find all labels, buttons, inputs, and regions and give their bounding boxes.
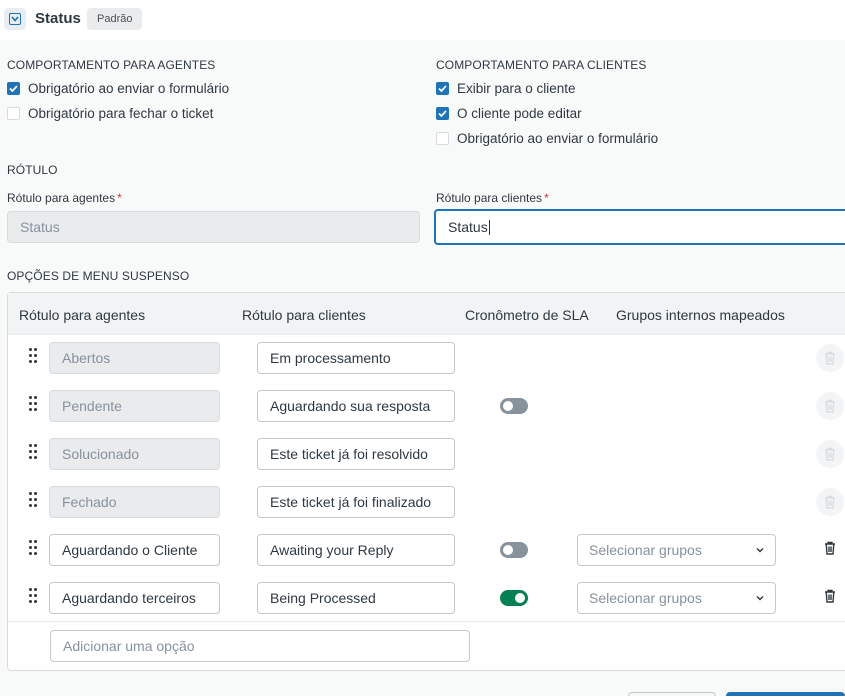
groups-select-placeholder: Selecionar grupos (589, 590, 702, 606)
agent-label-caption: Rótulo para agentes * (7, 191, 122, 205)
client-label-input[interactable]: Status (434, 209, 845, 245)
groups-select[interactable]: Selecionar grupos (577, 582, 776, 614)
checkbox-unchecked-icon[interactable] (7, 107, 20, 120)
option-client-input[interactable]: Being Processed (257, 582, 455, 614)
checkbox-checked-icon[interactable] (436, 82, 449, 95)
groups-select[interactable]: Selecionar grupos (577, 534, 776, 566)
option-agent-input[interactable]: Abertos (49, 342, 220, 374)
agents-behavior-title: COMPORTAMENTO PARA AGENTES (7, 58, 216, 72)
option-client-input[interactable]: Este ticket já foi resolvido (257, 438, 455, 470)
trash-icon (816, 392, 844, 420)
chevron-down-icon (756, 547, 764, 553)
checkbox-checked-icon[interactable] (436, 107, 449, 120)
agent-label-input[interactable]: Status (7, 211, 420, 243)
option-agent-input[interactable]: Pendente (49, 390, 220, 422)
checkbox-label: Obrigatório para fechar o ticket (28, 106, 214, 121)
footer-button-partial[interactable] (628, 692, 716, 696)
default-badge: Padrão (87, 8, 143, 30)
drag-handle-icon[interactable] (29, 492, 39, 510)
add-option-placeholder: Adicionar uma opção (63, 638, 195, 654)
checkbox-label: Obrigatório ao enviar o formulário (457, 131, 659, 146)
drag-handle-icon[interactable] (29, 444, 39, 462)
footer-primary-button-partial[interactable] (726, 692, 845, 696)
label-section-title: RÓTULO (7, 163, 58, 177)
col-mapped-groups: Grupos internos mapeados (616, 307, 785, 323)
sla-toggle[interactable] (500, 590, 528, 606)
col-agent-label: Rótulo para agentes (19, 307, 146, 323)
groups-select-placeholder: Selecionar grupos (589, 542, 702, 558)
agent-required-submit-checkbox[interactable]: Obrigatório ao enviar o formulário (7, 81, 229, 96)
table-row: Solucionado Este ticket já foi resolvido (8, 430, 845, 478)
option-client-input[interactable]: Este ticket já foi finalizado (257, 486, 455, 518)
dropdown-options-table: Rótulo para agentes Rótulo para clientes… (7, 292, 845, 671)
client-editable-checkbox[interactable]: O cliente pode editar (436, 106, 582, 121)
option-agent-input[interactable]: Fechado (49, 486, 220, 518)
client-visible-checkbox[interactable]: Exibir para o cliente (436, 81, 576, 96)
drag-handle-icon[interactable] (29, 540, 39, 558)
checkbox-unchecked-icon[interactable] (436, 132, 449, 145)
checkbox-label: Obrigatório ao enviar o formulário (28, 81, 230, 96)
drag-handle-icon[interactable] (29, 348, 39, 366)
option-client-input[interactable]: Awaiting your Reply (257, 534, 455, 566)
drag-handle-icon[interactable] (29, 588, 39, 606)
field-header: Status Padrão (0, 0, 845, 40)
required-asterisk: * (117, 191, 122, 205)
sla-toggle[interactable] (500, 398, 528, 414)
col-sla-timer: Cronômetro de SLA (465, 307, 589, 323)
trash-icon (816, 440, 844, 468)
client-label-text: Rótulo para clientes (436, 191, 543, 205)
text-cursor (488, 219, 490, 235)
option-agent-input[interactable]: Solucionado (49, 438, 220, 470)
option-agent-input[interactable]: Aguardando terceiros (49, 582, 220, 614)
checkbox-label: O cliente pode editar (457, 106, 582, 121)
table-row: Pendente Aguardando sua resposta (8, 382, 845, 430)
option-client-input[interactable]: Em processamento (257, 342, 455, 374)
field-title: Status (35, 10, 81, 27)
chevron-down-icon (756, 595, 764, 601)
checkbox-checked-icon[interactable] (7, 82, 20, 95)
client-label-caption: Rótulo para clientes * (436, 191, 549, 205)
table-header: Rótulo para agentes Rótulo para clientes… (8, 293, 845, 335)
sla-toggle[interactable] (500, 542, 528, 558)
trash-icon[interactable] (816, 582, 844, 610)
drag-handle-icon[interactable] (29, 396, 39, 414)
dropdown-options-title: OPÇÕES DE MENU SUSPENSO (7, 269, 190, 283)
trash-icon (816, 488, 844, 516)
col-client-label: Rótulo para clientes (242, 307, 366, 323)
required-asterisk: * (544, 191, 549, 205)
client-required-submit-checkbox[interactable]: Obrigatório ao enviar o formulário (436, 131, 658, 146)
table-row: Abertos Em processamento (8, 334, 845, 382)
add-option-input[interactable]: Adicionar uma opção (50, 630, 470, 662)
dropdown-field-icon (4, 8, 26, 30)
table-row: Aguardando o Cliente Awaiting your Reply… (8, 526, 845, 574)
option-client-input[interactable]: Aguardando sua resposta (257, 390, 455, 422)
trash-icon[interactable] (816, 534, 844, 562)
table-row: Fechado Este ticket já foi finalizado (8, 478, 845, 526)
agent-required-close-checkbox[interactable]: Obrigatório para fechar o ticket (7, 106, 213, 121)
table-row: Aguardando terceiros Being Processed Sel… (8, 574, 845, 622)
client-label-value: Status (448, 219, 488, 235)
option-agent-input[interactable]: Aguardando o Cliente (49, 534, 220, 566)
trash-icon (816, 344, 844, 372)
agent-label-text: Rótulo para agentes (7, 191, 116, 205)
clients-behavior-title: COMPORTAMENTO PARA CLIENTES (436, 58, 647, 72)
divider (8, 621, 845, 622)
checkbox-label: Exibir para o cliente (457, 81, 576, 96)
